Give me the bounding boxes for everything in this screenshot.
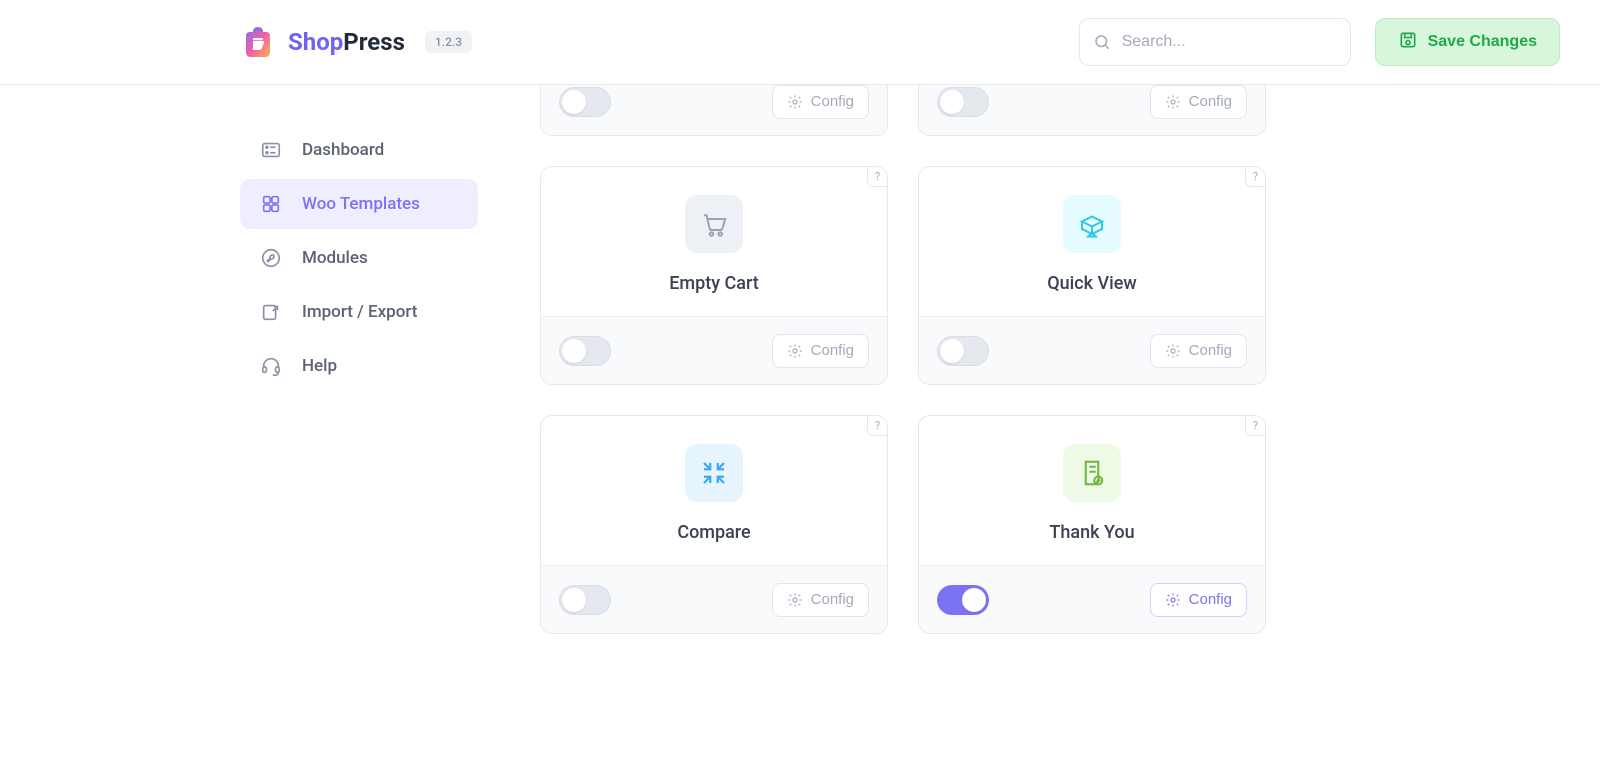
brand-name-press: Press [343,28,405,56]
brand-name-shop: Shop [288,28,343,56]
gear-icon [1165,94,1181,110]
config-button-label: Config [811,591,854,608]
enable-toggle[interactable] [559,87,611,117]
gear-icon [1165,343,1181,359]
wrench-icon [260,247,282,269]
dashboard-icon [260,139,282,161]
enable-toggle[interactable] [937,87,989,117]
sidebar-item-help[interactable]: Help [240,341,478,391]
sidebar-item-label: Help [302,356,337,376]
sidebar-item-import-export[interactable]: Import / Export [240,287,478,337]
config-button-label: Config [1189,342,1232,359]
card-title: Empty Cart [669,273,759,294]
config-button[interactable]: Config [772,583,869,617]
template-card-empty-cart: ? Empty Cart [540,166,888,385]
template-card-thank-you: ? Thank You [918,415,1266,634]
sidebar-item-dashboard[interactable]: Dashboard [240,125,478,175]
version-badge: 1.2.3 [425,31,472,53]
gear-icon [787,592,803,608]
save-changes-button[interactable]: Save Changes [1375,18,1560,66]
config-button-label: Config [811,93,854,110]
config-button[interactable]: Config [1150,85,1247,119]
enable-toggle[interactable] [559,336,611,366]
empty-cart-icon [685,195,743,253]
save-button-label: Save Changes [1428,33,1537,51]
config-button[interactable]: Config [1150,334,1247,368]
sidebar-item-label: Woo Templates [302,194,420,214]
help-icon[interactable]: ? [1245,167,1265,187]
gear-icon [1165,592,1181,608]
card-title: Quick View [1047,273,1136,294]
thank-you-icon [1063,444,1121,502]
brand-block: ShopPress 1.2.3 [240,24,472,60]
quick-view-icon [1063,195,1121,253]
search-icon [1093,33,1111,51]
sidebar-item-label: Dashboard [302,140,384,160]
config-button[interactable]: Config [1150,583,1247,617]
template-card-quick-view: ? Quick View [918,166,1266,385]
help-icon[interactable]: ? [867,416,887,436]
gear-icon [787,94,803,110]
sidebar-item-label: Modules [302,248,368,268]
search-input[interactable] [1079,18,1351,66]
help-icon[interactable]: ? [867,167,887,187]
card-title: Compare [677,522,750,543]
grid-icon [260,193,282,215]
app-header: ShopPress 1.2.3 Save Changes [0,0,1600,85]
sidebar: Dashboard Woo Templates Modules [0,85,540,761]
enable-toggle[interactable] [559,585,611,615]
config-button-label: Config [1189,591,1232,608]
brand-name: ShopPress [288,28,405,56]
save-icon [1398,30,1418,55]
template-card-cart: Cart Config [918,85,1266,136]
enable-toggle[interactable] [937,585,989,615]
sidebar-item-modules[interactable]: Modules [240,233,478,283]
enable-toggle[interactable] [937,336,989,366]
config-button[interactable]: Config [772,85,869,119]
headset-icon [260,355,282,377]
gear-icon [787,343,803,359]
main-content: My Account Config Cart [540,85,1600,761]
config-button[interactable]: Config [772,334,869,368]
compare-icon [685,444,743,502]
config-button-label: Config [811,342,854,359]
template-card-my-account: My Account Config [540,85,888,136]
sidebar-item-label: Import / Export [302,302,417,322]
search-wrap [1079,18,1351,66]
config-button-label: Config [1189,93,1232,110]
template-card-compare: ? Compare [540,415,888,634]
sidebar-item-woo-templates[interactable]: Woo Templates [240,179,478,229]
card-title: Thank You [1049,522,1134,543]
import-export-icon [260,301,282,323]
help-icon[interactable]: ? [1245,416,1265,436]
brand-logo-icon [240,24,276,60]
